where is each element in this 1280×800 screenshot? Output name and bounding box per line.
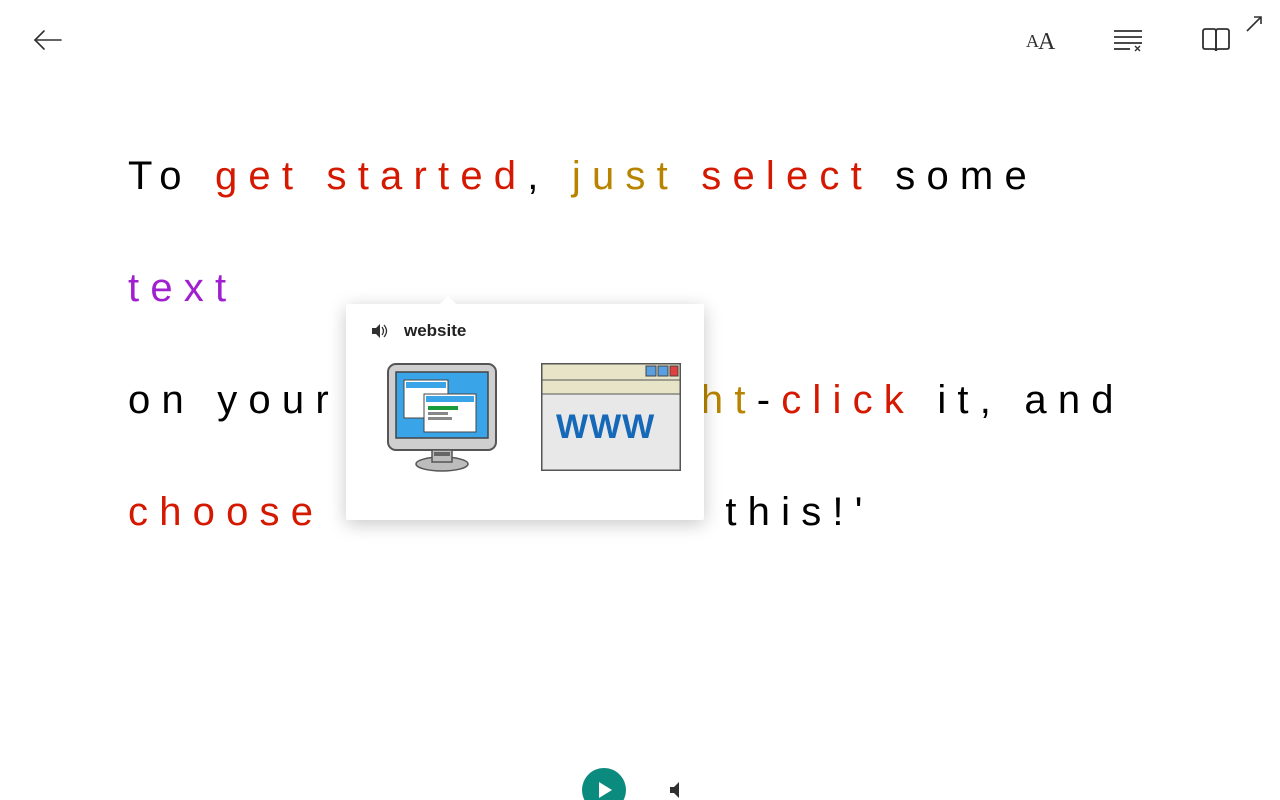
word[interactable]: just (572, 154, 679, 198)
word[interactable]: To (128, 154, 193, 198)
picture-dictionary-button[interactable] (1196, 20, 1236, 60)
word[interactable]: text (128, 266, 237, 310)
word[interactable]: and (1024, 378, 1124, 422)
speak-icon[interactable] (368, 320, 390, 342)
punct: !' (832, 490, 873, 534)
text-settings-button[interactable]: A A (1020, 20, 1060, 60)
popup-image-browser: WWW (536, 352, 686, 480)
word[interactable]: get (215, 154, 304, 198)
popup-images: WWW (346, 350, 704, 498)
toolbar: A A (0, 0, 1280, 80)
svg-text:WWW: WWW (556, 408, 655, 446)
punct: - (757, 378, 782, 422)
word[interactable]: it (937, 378, 979, 422)
back-button[interactable] (28, 20, 68, 60)
toolbar-right: A A (1020, 20, 1252, 60)
popup-header: website (346, 304, 704, 350)
word[interactable]: some (895, 154, 1038, 198)
word[interactable]: select (701, 154, 873, 198)
play-button[interactable] (582, 768, 626, 800)
toolbar-left (28, 20, 68, 60)
word[interactable]: on (128, 378, 195, 422)
grammar-options-button[interactable] (1108, 20, 1148, 60)
word[interactable]: this (725, 490, 832, 534)
svg-text:A: A (1038, 29, 1056, 55)
word[interactable]: click (781, 378, 915, 422)
word[interactable]: your (217, 378, 340, 422)
punct: , (980, 378, 1002, 422)
punct: , (527, 154, 549, 198)
word[interactable]: choose (128, 490, 324, 534)
playback-controls (0, 768, 1280, 800)
popup-image-computer (378, 352, 506, 480)
picture-dictionary-popup: website (346, 304, 704, 520)
volume-button[interactable] (658, 770, 698, 800)
word[interactable]: started (327, 154, 528, 198)
popup-word-label: website (404, 321, 466, 341)
